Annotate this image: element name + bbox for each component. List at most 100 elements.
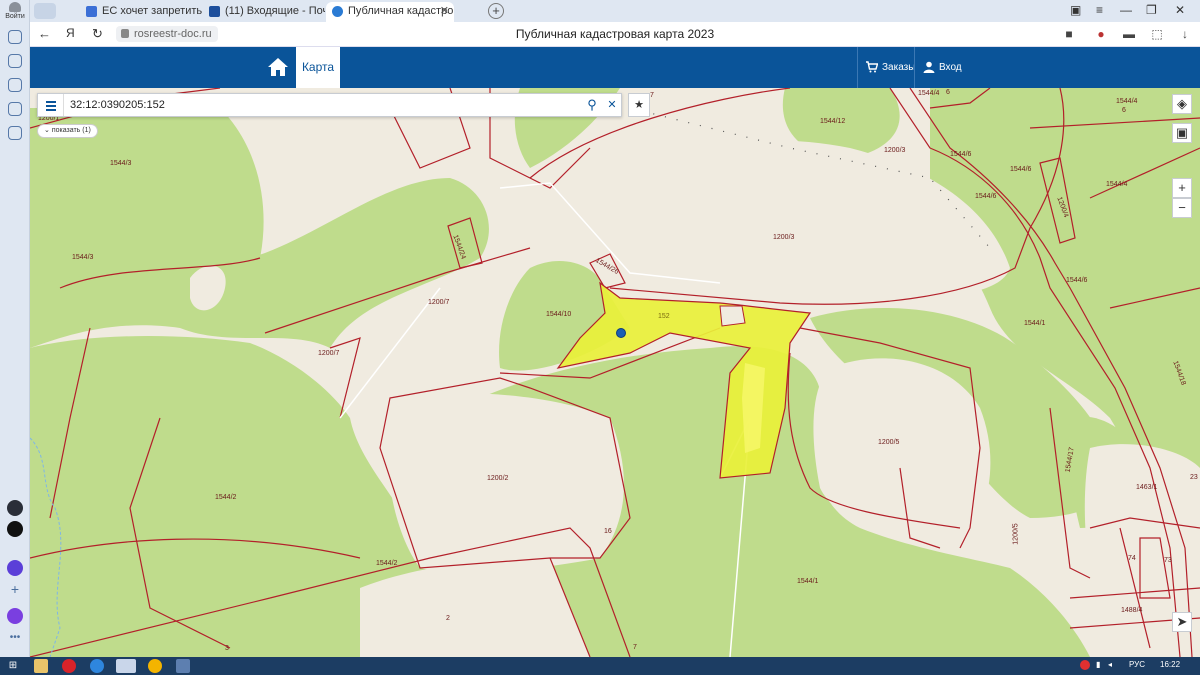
menu-icon[interactable]: ≡ — [1096, 3, 1103, 17]
selected-parcel-marker — [616, 328, 626, 338]
show-results-button[interactable]: ⌄ показать (1) — [37, 124, 98, 138]
parcel-label: 1200/2 — [487, 475, 509, 482]
parcel-label: 73 — [1164, 557, 1172, 564]
chrome-icon[interactable] — [148, 659, 162, 673]
hamburger-icon — [46, 105, 56, 107]
tabs-menu-button[interactable] — [34, 3, 56, 19]
header-divider — [914, 47, 915, 88]
tab-news[interactable]: ЕС хочет запретить созда — [80, 2, 202, 22]
tab-mail[interactable]: (11) Входящие - Почта Ма — [203, 2, 325, 22]
login-label: Вход — [939, 62, 962, 73]
collections-icon[interactable] — [8, 54, 22, 68]
lock-icon — [121, 29, 129, 38]
hamburger-icon — [46, 109, 56, 111]
hamburger-icon — [46, 101, 56, 103]
reload-icon[interactable]: ↻ — [92, 26, 103, 42]
restore-icon[interactable]: ❐ — [1146, 3, 1157, 17]
notes-icon[interactable] — [8, 102, 22, 116]
video-icon[interactable] — [8, 78, 22, 92]
basemap-button[interactable]: ▣ — [1172, 123, 1192, 143]
add-panel-icon[interactable]: + — [7, 582, 23, 598]
close-tab-icon[interactable]: ✕ — [440, 2, 449, 21]
nav-tab-map[interactable]: Карта — [296, 47, 340, 88]
parcel-label: 23 — [1190, 474, 1198, 481]
history-icon[interactable] — [8, 30, 22, 44]
parcel-label: 6 — [1122, 107, 1126, 114]
download-icon[interactable]: ↓ — [1178, 27, 1192, 41]
tab-label: Публичная кадастрова — [348, 5, 454, 17]
zoom-in-button[interactable]: + — [1172, 178, 1192, 198]
yandex-browser-icon[interactable] — [116, 659, 136, 673]
taskbar: ⊞ ▮ ◂ РУС 16:22 — [0, 657, 1200, 675]
search-icon[interactable]: ⚲ — [584, 97, 600, 113]
chevron-down-icon: ⌄ — [44, 127, 52, 134]
navigation-arrow-icon: ➤ — [1176, 614, 1188, 629]
tab-pin-icon[interactable]: ▣ — [1070, 3, 1081, 17]
close-window-icon[interactable]: ✕ — [1175, 3, 1185, 17]
menu-button[interactable] — [38, 94, 64, 116]
ie-icon[interactable] — [90, 659, 104, 673]
parcel-label: 1488/4 — [1121, 607, 1143, 614]
tray-network-icon[interactable]: ▮ — [1096, 660, 1100, 669]
app-window-icon[interactable] — [176, 659, 190, 673]
home-icon[interactable] — [266, 55, 290, 79]
orders-button[interactable]: Заказы — [860, 47, 915, 88]
share-icon[interactable]: ⬚ — [1150, 27, 1164, 41]
zoom-out-button[interactable]: − — [1172, 198, 1192, 218]
locate-button[interactable]: ➤ — [1172, 612, 1192, 632]
messenger-icon[interactable] — [7, 560, 23, 576]
bookmark-icon[interactable]: ■ — [1062, 27, 1076, 41]
show-results-label: показать (1) — [51, 127, 91, 134]
tray-language[interactable]: РУС — [1129, 660, 1145, 669]
orders-label: Заказы — [882, 62, 916, 73]
new-tab-button[interactable]: + — [488, 3, 504, 19]
tray-clock[interactable]: 16:22 — [1160, 660, 1180, 669]
layers-button[interactable]: ◈ — [1172, 94, 1192, 114]
map-favicon-icon — [332, 6, 343, 17]
parcel-label: 1200/5 — [1012, 523, 1020, 545]
news-favicon-icon — [86, 6, 97, 17]
start-icon[interactable]: ⊞ — [6, 659, 20, 673]
parcel-label: 2 — [446, 615, 450, 622]
parcel-label: 1200/7 — [318, 350, 340, 357]
map-view[interactable]: 1200/1 1544/3 1544/3 1544/24 1200/7 1200… — [30, 88, 1200, 657]
parcel-label: 1544/4 — [1116, 98, 1138, 105]
star-icon: ★ — [634, 99, 644, 111]
alice-icon[interactable] — [7, 608, 23, 624]
more-icon[interactable]: ••• — [7, 632, 23, 648]
parcel-label: 3 — [225, 645, 229, 652]
explorer-icon[interactable] — [34, 659, 48, 673]
layers-icon: ◈ — [1177, 96, 1187, 111]
search-box: ⚲ ✕ — [37, 93, 622, 117]
parcel-label: 1544/1 — [1024, 320, 1046, 327]
site-header: Карта Заказы Вход — [30, 47, 1200, 88]
extension-icon[interactable]: ● — [1094, 27, 1108, 41]
user-icon — [923, 61, 935, 73]
clear-search-icon[interactable]: ✕ — [604, 97, 620, 113]
tab-bar: ЕС хочет запретить созда (11) Входящие -… — [30, 0, 1200, 22]
profile-login-button[interactable]: Войти — [3, 2, 27, 22]
parcel-label: 1544/2 — [215, 494, 237, 501]
games-icon[interactable] — [7, 521, 23, 537]
login-button[interactable]: Вход — [917, 47, 962, 88]
ad-block-icon[interactable]: ▬ — [1122, 27, 1136, 41]
favorite-button[interactable]: ★ — [628, 93, 650, 117]
header-divider — [857, 47, 858, 88]
opera-icon[interactable] — [62, 659, 76, 673]
minimize-icon[interactable]: — — [1120, 3, 1132, 17]
tab-label: (11) Входящие - Почта Ма — [225, 5, 325, 17]
url-field[interactable]: rosreestr-doc.ru — [116, 26, 218, 42]
assistant-icon[interactable] — [7, 500, 23, 516]
cart-icon — [866, 61, 878, 73]
back-icon[interactable]: ← — [38, 26, 51, 41]
browser-sidebar: Войти + ••• — [0, 0, 30, 657]
screen: Войти + ••• ЕС хочет запретить созда (11… — [0, 0, 1200, 675]
yandex-icon[interactable]: Я — [66, 26, 75, 40]
tray-app-icon[interactable] — [1080, 660, 1090, 670]
settings-icon[interactable] — [8, 126, 22, 140]
search-input[interactable] — [70, 97, 570, 113]
parcel-label: 1463/1 — [1136, 484, 1158, 491]
parcel-label: 1544/12 — [820, 118, 846, 125]
tray-volume-icon[interactable]: ◂ — [1108, 660, 1112, 669]
tab-cadastral-map[interactable]: Публичная кадастрова ✕ — [326, 2, 454, 22]
